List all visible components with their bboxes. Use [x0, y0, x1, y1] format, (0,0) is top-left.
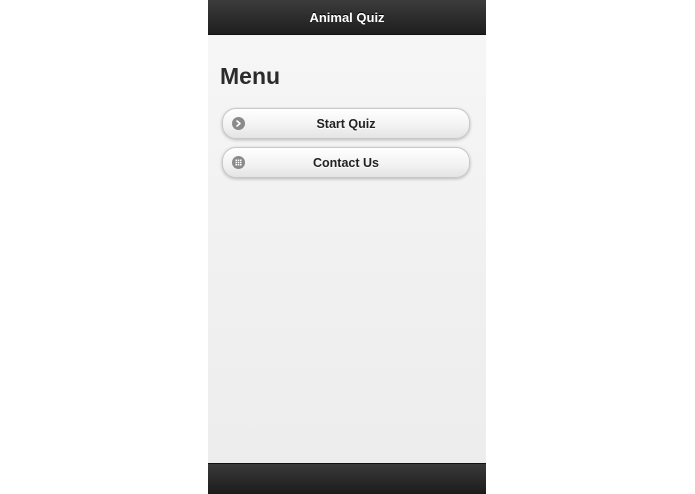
header-title: Animal Quiz	[309, 9, 385, 25]
app-screen: Animal Quiz Menu Start Quiz Contact Us	[208, 0, 486, 494]
start-quiz-label: Start Quiz	[316, 116, 376, 131]
grid-icon	[232, 156, 245, 169]
start-quiz-button[interactable]: Start Quiz	[222, 108, 470, 139]
page-title: Menu	[220, 63, 281, 89]
contact-us-button[interactable]: Contact Us	[222, 147, 470, 178]
header-bar: Animal Quiz	[208, 0, 486, 35]
footer-bar	[208, 463, 486, 494]
arrow-right-icon	[232, 117, 245, 130]
contact-us-label: Contact Us	[313, 155, 379, 170]
